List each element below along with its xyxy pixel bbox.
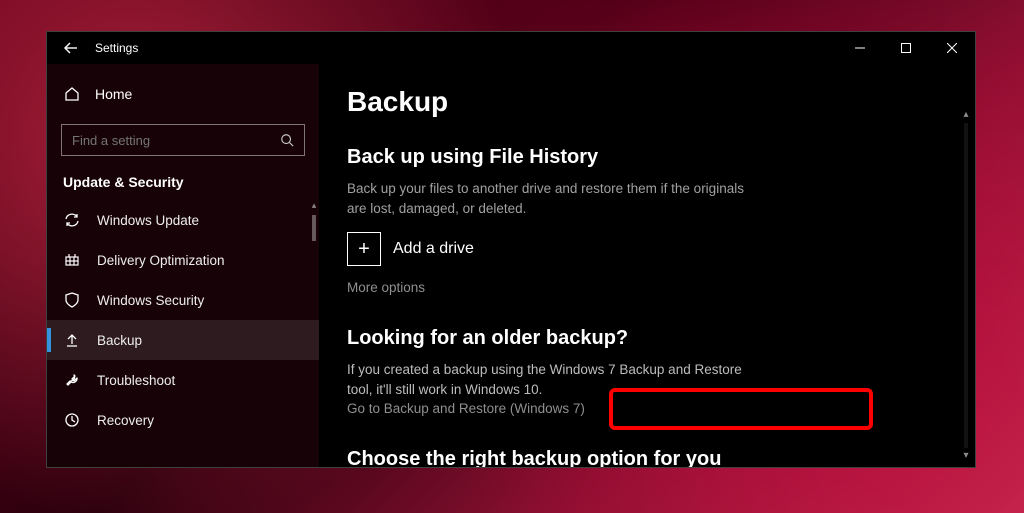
add-drive-label: Add a drive (393, 240, 474, 258)
nav-recovery[interactable]: Recovery (47, 400, 319, 440)
scroll-down-icon: ▾ (963, 451, 968, 461)
close-button[interactable] (929, 32, 975, 64)
nav-list: ▴ Windows Update (47, 200, 319, 467)
delivery-icon (63, 251, 81, 269)
recovery-icon (63, 411, 81, 429)
backup-icon (63, 331, 81, 349)
file-history-desc: Back up your files to another drive and … (347, 179, 767, 218)
scroll-up-icon: ▴ (963, 110, 968, 120)
sidebar-section-header: Update & Security (47, 156, 319, 200)
shield-icon (63, 291, 81, 309)
older-backup-heading: Looking for an older backup? (347, 327, 947, 350)
minimize-button[interactable] (837, 32, 883, 64)
nav-item-label: Windows Security (97, 293, 204, 308)
settings-window: Settings Home (46, 31, 976, 468)
maximize-button[interactable] (883, 32, 929, 64)
file-history-heading: Back up using File History (347, 146, 947, 169)
sidebar: Home Update & Security ▴ (47, 64, 319, 467)
search-box[interactable] (61, 124, 305, 156)
nav-home-label: Home (95, 86, 132, 102)
sync-icon (63, 211, 81, 229)
search-input[interactable] (72, 133, 280, 148)
content-scrollbar[interactable]: ▴ ▾ (959, 110, 973, 461)
nav-windows-security[interactable]: Windows Security (47, 280, 319, 320)
nav-item-label: Troubleshoot (97, 373, 175, 388)
older-backup-section: Looking for an older backup? If you crea… (347, 327, 947, 418)
file-history-section: Back up using File History Back up your … (347, 146, 947, 297)
nav-item-label: Recovery (97, 413, 154, 428)
back-button[interactable] (47, 32, 95, 64)
nav-backup[interactable]: Backup (47, 320, 319, 360)
nav-item-label: Backup (97, 333, 142, 348)
choose-option-section: Choose the right backup option for you (347, 448, 947, 467)
troubleshoot-icon (63, 371, 81, 389)
page-title: Backup (347, 86, 947, 118)
window-title: Settings (95, 41, 138, 55)
choose-option-heading: Choose the right backup option for you (347, 448, 947, 467)
nav-item-label: Windows Update (97, 213, 199, 228)
titlebar: Settings (47, 32, 975, 64)
more-options-link[interactable]: More options (347, 280, 425, 295)
nav-item-label: Delivery Optimization (97, 253, 225, 268)
nav-troubleshoot[interactable]: Troubleshoot (47, 360, 319, 400)
nav-windows-update[interactable]: Windows Update (47, 200, 319, 240)
plus-icon: + (347, 232, 381, 266)
backup-restore-win7-link[interactable]: Go to Backup and Restore (Windows 7) (347, 401, 585, 416)
add-drive-button[interactable]: + Add a drive (347, 232, 947, 266)
nav-delivery-optimization[interactable]: Delivery Optimization (47, 240, 319, 280)
content-pane: Backup Back up using File History Back u… (319, 64, 975, 467)
older-backup-desc: If you created a backup using the Window… (347, 360, 767, 399)
home-icon (63, 85, 81, 103)
nav-home[interactable]: Home (47, 76, 319, 112)
search-icon (280, 133, 294, 147)
